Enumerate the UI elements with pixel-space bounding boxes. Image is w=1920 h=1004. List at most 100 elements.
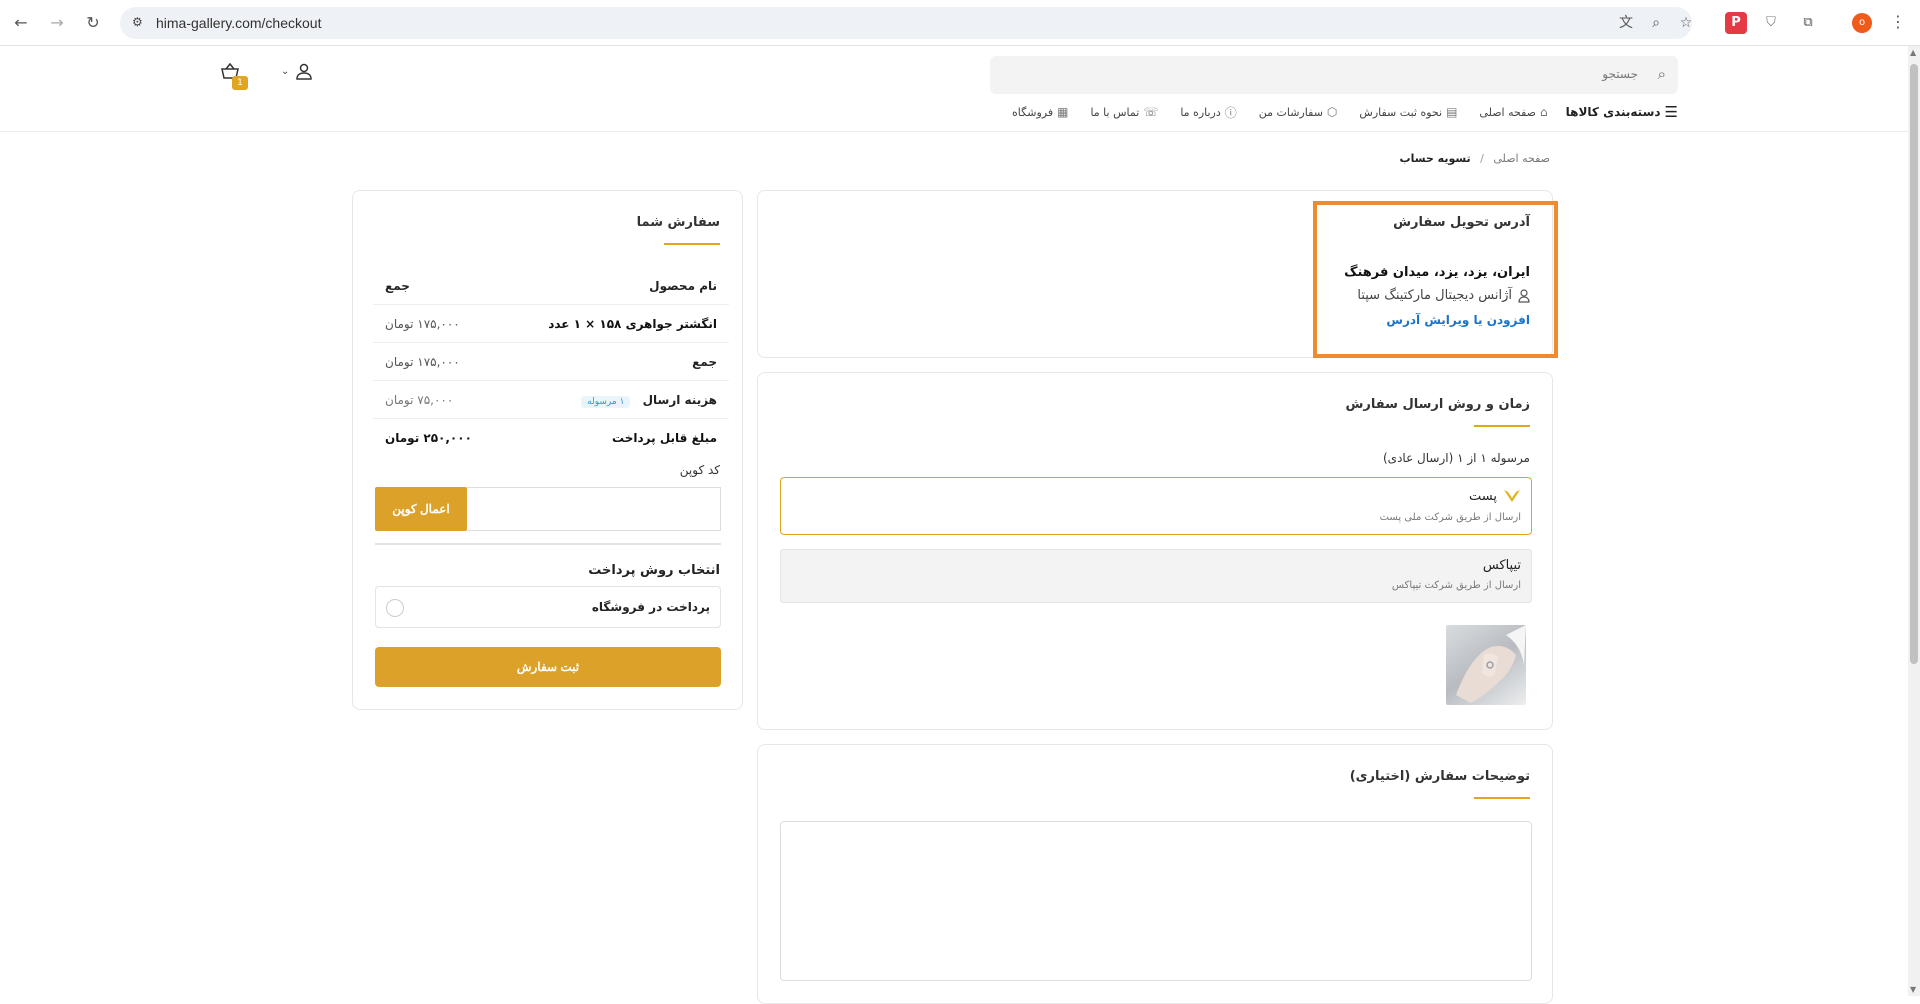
nav-item-label: صفحه اصلی — [1479, 105, 1537, 119]
profile-avatar[interactable]: o — [1852, 13, 1872, 33]
shipping-title: زمان و روش ارسال سفارش — [1345, 397, 1530, 412]
subtotal-row: جمع ۱۷۵,۰۰۰ تومان — [373, 343, 729, 381]
nav-item-shop[interactable]: ▦ فروشگاه — [1012, 102, 1068, 122]
header-total: جمع — [385, 279, 410, 293]
subtotal-value: ۱۷۵,۰۰۰ تومان — [385, 355, 460, 369]
home-icon: ⌂ — [1540, 105, 1548, 119]
shipping-card: زمان و روش ارسال سفارش مرسوله ۱ از ۱ (ار… — [757, 372, 1553, 730]
payable-value: ۲۵۰,۰۰۰ تومان — [385, 431, 472, 445]
menu-icon: ☰ — [1664, 103, 1678, 121]
shipping-option-post[interactable]: پست ارسال از طریق شرکت ملی پست — [780, 477, 1532, 535]
breadcrumb: صفحه اصلی / تسویه حساب — [1400, 152, 1550, 165]
shipping-option-tipax[interactable]: تیپاکس ارسال از طریق شرکت تیپاکس — [780, 549, 1532, 603]
book-icon: ▤ — [1446, 105, 1458, 119]
shipping-cost-label: هزینه ارسال ۱ مرسوله — [581, 393, 717, 408]
nav-item-my-orders[interactable]: ⬡ سفارشات من — [1259, 102, 1338, 122]
info-icon: ⓘ — [1224, 105, 1237, 120]
scroll-down-arrow[interactable]: ▼ — [1910, 985, 1916, 994]
title-underline — [1474, 425, 1530, 427]
store-icon: ▦ — [1057, 105, 1069, 119]
nav-categories-label: دسته‌بندی کالاها — [1565, 105, 1661, 119]
shipping-option-name: تیپاکس — [1482, 558, 1521, 573]
bookmark-star-icon[interactable]: ☆ — [1676, 13, 1696, 33]
payment-option-in-store[interactable]: پرداخت در فروشگاه — [375, 586, 721, 628]
nav-item-home[interactable]: ⌂ صفحه اصلی — [1479, 102, 1547, 122]
back-icon[interactable]: ← — [10, 12, 32, 34]
scroll-up-arrow[interactable]: ▲ — [1910, 48, 1916, 57]
submit-order-button[interactable]: ثبت سفارش — [375, 647, 721, 687]
zoom-icon[interactable]: ⌕ — [1646, 13, 1666, 33]
reload-icon[interactable]: ↻ — [82, 12, 104, 34]
phone-icon: ☏ — [1143, 105, 1159, 119]
order-table-header: نام محصول جمع — [373, 267, 729, 305]
payment-radio[interactable] — [386, 599, 404, 617]
nav-item-contact[interactable]: ☏ تماس با ما — [1090, 102, 1158, 122]
parcel-count-badge: ۱ مرسوله — [581, 396, 631, 408]
address-highlight-box — [1313, 201, 1558, 358]
user-icon[interactable] — [295, 62, 313, 84]
payable-row: مبلغ قابل پرداخت ۲۵۰,۰۰۰ تومان — [373, 419, 729, 457]
order-summary-card: سفارش شما نام محصول جمع انگشتر جواهری ۱۵… — [352, 190, 743, 710]
notes-title: توضیحات سفارش (اختیاری) — [1349, 769, 1530, 784]
order-item-row: انگشتر جواهری ۱۵۸ × ۱ عدد ۱۷۵,۰۰۰ تومان — [373, 305, 729, 343]
post-logo-icon — [1504, 490, 1520, 502]
breadcrumb-separator: / — [1480, 152, 1484, 165]
product-thumbnail — [1446, 625, 1526, 705]
search-placeholder: جستجو — [1602, 67, 1638, 81]
shipping-cost-value: ۷۵,۰۰۰ تومان — [385, 393, 454, 407]
site-header: ⌕ جستجو ⌄ 1 ☰ دسته‌بندی کالاها ⌂ صفحه اص… — [0, 46, 1908, 132]
item-price: ۱۷۵,۰۰۰ تومان — [385, 317, 460, 331]
shipping-option-desc: ارسال از طریق شرکت ملی پست — [1379, 512, 1521, 523]
parcel-label: مرسوله ۱ از ۱ (ارسال عادی) — [1383, 451, 1530, 465]
translate-icon[interactable]: 文 — [1616, 13, 1636, 33]
shipping-option-name: پست — [1469, 488, 1521, 504]
nav-item-label: فروشگاه — [1012, 105, 1054, 119]
nav-item-label: تماس با ما — [1090, 105, 1140, 119]
breadcrumb-home[interactable]: صفحه اصلی — [1493, 152, 1550, 165]
search-input[interactable]: ⌕ جستجو — [990, 56, 1678, 94]
order-title: سفارش شما — [636, 215, 720, 230]
extensions-puzzle-icon[interactable]: ⧉ — [1797, 12, 1819, 34]
browser-toolbar: ← → ↻ ⚙ hima-gallery.com/checkout 文 ⌕ ☆ … — [0, 0, 1920, 46]
shipping-name-text: پست — [1469, 488, 1497, 504]
title-underline — [1474, 797, 1530, 799]
scroll-thumb[interactable] — [1910, 64, 1918, 664]
coupon-input[interactable] — [467, 487, 721, 531]
ring-hand-image — [1456, 625, 1526, 703]
nav-item-label: درباره ما — [1180, 105, 1221, 119]
nav-item-label: سفارشات من — [1258, 105, 1323, 119]
search-icon: ⌕ — [1657, 65, 1666, 83]
title-underline — [664, 243, 720, 245]
site-info-icon[interactable]: ⚙ — [132, 15, 143, 29]
nav-item-how-to-order[interactable]: ▤ نحوه ثبت سفارش — [1359, 102, 1457, 122]
package-icon: ⬡ — [1326, 105, 1338, 119]
payable-label: مبلغ قابل پرداخت — [612, 431, 717, 445]
page-scrollbar[interactable]: ▲ ▼ — [1908, 46, 1920, 996]
shipping-option-desc: ارسال از طریق شرکت تیپاکس — [1391, 580, 1521, 591]
url-text[interactable]: hima-gallery.com/checkout — [156, 15, 321, 31]
chevron-down-icon[interactable]: ⌄ — [281, 66, 289, 77]
subtotal-label: جمع — [692, 355, 717, 369]
coupon-label: کد کوپن — [679, 463, 720, 477]
divider — [375, 543, 721, 545]
payment-option-label: پرداخت در فروشگاه — [591, 600, 710, 614]
shipping-cost-row: هزینه ارسال ۱ مرسوله ۷۵,۰۰۰ تومان — [373, 381, 729, 419]
order-notes-textarea[interactable] — [780, 821, 1532, 981]
address-bar[interactable]: ⚙ hima-gallery.com/checkout 文 ⌕ ☆ — [120, 7, 1692, 39]
cart-count-badge: 1 — [232, 76, 248, 90]
extension-shield-icon[interactable]: ⛉ — [1760, 12, 1782, 34]
item-name: انگشتر جواهری ۱۵۸ × ۱ عدد — [548, 317, 717, 331]
forward-icon[interactable]: → — [46, 12, 68, 34]
breadcrumb-current: تسویه حساب — [1399, 152, 1471, 165]
nav-categories[interactable]: ☰ دسته‌بندی کالاها — [1566, 102, 1678, 122]
browser-menu-icon[interactable]: ⋮ — [1890, 12, 1906, 31]
shipping-cost-text: هزینه ارسال — [642, 393, 717, 407]
payment-method-title: انتخاب روش پرداخت — [588, 563, 720, 578]
nav-item-about[interactable]: ⓘ درباره ما — [1180, 102, 1236, 122]
main-nav: ☰ دسته‌بندی کالاها ⌂ صفحه اصلی ▤ نحوه ثب… — [990, 102, 1678, 122]
notes-card: توضیحات سفارش (اختیاری) — [757, 744, 1553, 1004]
nav-item-label: نحوه ثبت سفارش — [1359, 105, 1443, 119]
header-product: نام محصول — [649, 279, 717, 293]
extension-p-icon[interactable]: P — [1725, 12, 1747, 34]
apply-coupon-button[interactable]: اعمال کوپن — [375, 487, 467, 531]
